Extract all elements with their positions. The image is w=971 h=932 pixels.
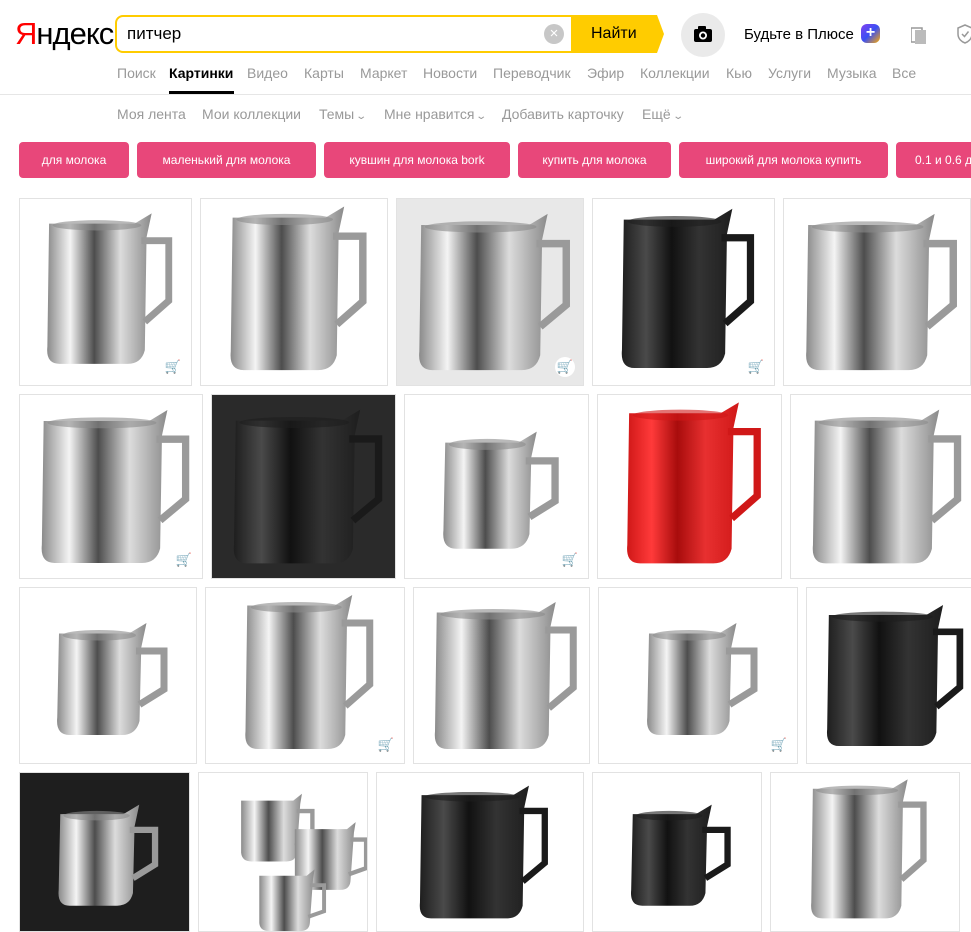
subnav-themes[interactable]: Темы⌄ <box>319 106 368 122</box>
subnav-label: Ещё <box>642 106 671 122</box>
pitcher-image <box>20 773 189 931</box>
nav-collections[interactable]: Коллекции <box>640 65 710 81</box>
search-input[interactable] <box>127 17 527 51</box>
subnav-my-collections[interactable]: Мои коллекции <box>202 106 301 122</box>
pitcher-image <box>807 588 971 763</box>
related-query-tag[interactable]: широкий для молока купить <box>679 142 888 178</box>
nav-efir[interactable]: Эфир <box>587 65 624 81</box>
nav-maps[interactable]: Карты <box>304 65 344 81</box>
collections-icon[interactable] <box>910 26 927 44</box>
image-result-tile[interactable] <box>597 394 782 579</box>
search-box: × <box>115 15 571 53</box>
nav-all[interactable]: Все <box>892 65 916 81</box>
pitcher-image <box>199 773 367 931</box>
subnav-label: Темы <box>319 106 355 122</box>
logo-rest: ндекс <box>36 16 114 51</box>
image-result-tile[interactable]: 🛒 <box>404 394 589 579</box>
image-result-tile[interactable]: 🛒 <box>592 198 775 386</box>
nav-q[interactable]: Кью <box>726 65 752 81</box>
clear-search-button[interactable]: × <box>544 24 564 44</box>
yandex-logo[interactable]: Яндекс <box>15 14 114 54</box>
nav-music[interactable]: Музыка <box>827 65 877 81</box>
image-result-tile[interactable] <box>770 772 960 932</box>
image-result-tile[interactable] <box>806 587 971 764</box>
pitcher-image <box>791 395 971 578</box>
nav-market[interactable]: Маркет <box>360 65 407 81</box>
nav-images[interactable]: Картинки <box>169 65 233 81</box>
pitcher-image <box>201 199 387 385</box>
subnav-label: Мои коллекции <box>202 106 301 122</box>
chevron-down-icon: ⌄ <box>355 111 368 122</box>
related-query-tag[interactable]: купить для молока <box>518 142 671 178</box>
image-result-tile[interactable] <box>413 587 590 764</box>
shopping-cart-icon[interactable]: 🛒 <box>560 550 580 570</box>
image-result-tile[interactable]: 🛒 <box>19 394 203 579</box>
pitcher-image <box>206 588 404 763</box>
shield-icon[interactable] <box>957 24 971 44</box>
image-result-tile[interactable]: 🛒 <box>598 587 798 764</box>
chevron-down-icon: ⌄ <box>475 111 488 122</box>
image-result-tile[interactable] <box>790 394 971 579</box>
nav-search[interactable]: Поиск <box>117 65 156 81</box>
pitcher-image <box>397 199 583 385</box>
pitcher-image <box>771 773 959 931</box>
shopping-cart-icon[interactable]: 🛒 <box>376 735 396 755</box>
shopping-cart-icon[interactable]: 🛒 <box>163 357 183 377</box>
chevron-down-icon: ⌄ <box>671 111 684 122</box>
pitcher-image <box>212 395 395 578</box>
shopping-cart-icon[interactable]: 🛒 <box>174 550 194 570</box>
image-search-button[interactable] <box>681 13 725 57</box>
image-result-tile[interactable]: 🛒 <box>396 198 584 386</box>
subnav-label: Мне нравится <box>384 106 475 122</box>
image-result-tile[interactable] <box>200 198 388 386</box>
nav-news[interactable]: Новости <box>423 65 477 81</box>
shopping-cart-icon[interactable]: 🛒 <box>769 735 789 755</box>
camera-icon <box>694 26 712 42</box>
image-result-tile[interactable] <box>198 772 368 932</box>
image-result-tile[interactable] <box>19 587 197 764</box>
image-result-tile[interactable] <box>19 772 190 932</box>
plus-link[interactable]: Будьте в Плюсе <box>744 26 854 43</box>
nav-translator[interactable]: Переводчик <box>493 65 571 81</box>
image-result-tile[interactable] <box>783 198 971 386</box>
related-query-tag[interactable]: 0.1 и 0.6 д <box>896 142 971 178</box>
image-result-tile[interactable] <box>376 772 584 932</box>
pitcher-image <box>593 773 761 931</box>
subnav-likes[interactable]: Мне нравится⌄ <box>384 106 488 122</box>
image-result-tile[interactable] <box>592 772 762 932</box>
search-button[interactable]: Найти <box>571 15 664 53</box>
image-result-tile[interactable] <box>211 394 396 579</box>
subnav-label: Добавить карточку <box>502 106 624 122</box>
nav-video[interactable]: Видео <box>247 65 288 81</box>
header-divider <box>0 94 971 95</box>
pitcher-image <box>377 773 583 931</box>
pitcher-image <box>20 588 196 763</box>
pitcher-image <box>414 588 589 763</box>
pitcher-image <box>599 588 797 763</box>
related-query-tag[interactable]: для молока <box>19 142 129 178</box>
image-result-tile[interactable]: 🛒 <box>205 587 405 764</box>
subnav-more[interactable]: Ещё⌄ <box>642 106 684 122</box>
pitcher-image <box>784 199 970 385</box>
shopping-cart-icon[interactable]: 🛒 <box>555 357 575 377</box>
image-result-tile[interactable]: 🛒 <box>19 198 192 386</box>
logo-first-letter: Я <box>15 16 37 51</box>
subnav-label: Моя лента <box>117 106 186 122</box>
subnav-my-feed[interactable]: Моя лента <box>117 106 186 122</box>
shopping-cart-icon[interactable]: 🛒 <box>746 357 766 377</box>
subnav-add-card[interactable]: Добавить карточку <box>502 106 624 122</box>
nav-services[interactable]: Услуги <box>768 65 811 81</box>
related-query-tag[interactable]: кувшин для молока bork <box>324 142 510 178</box>
pitcher-image <box>598 395 781 578</box>
related-query-tag[interactable]: маленький для молока <box>137 142 316 178</box>
plus-badge-icon[interactable]: + <box>861 24 880 43</box>
